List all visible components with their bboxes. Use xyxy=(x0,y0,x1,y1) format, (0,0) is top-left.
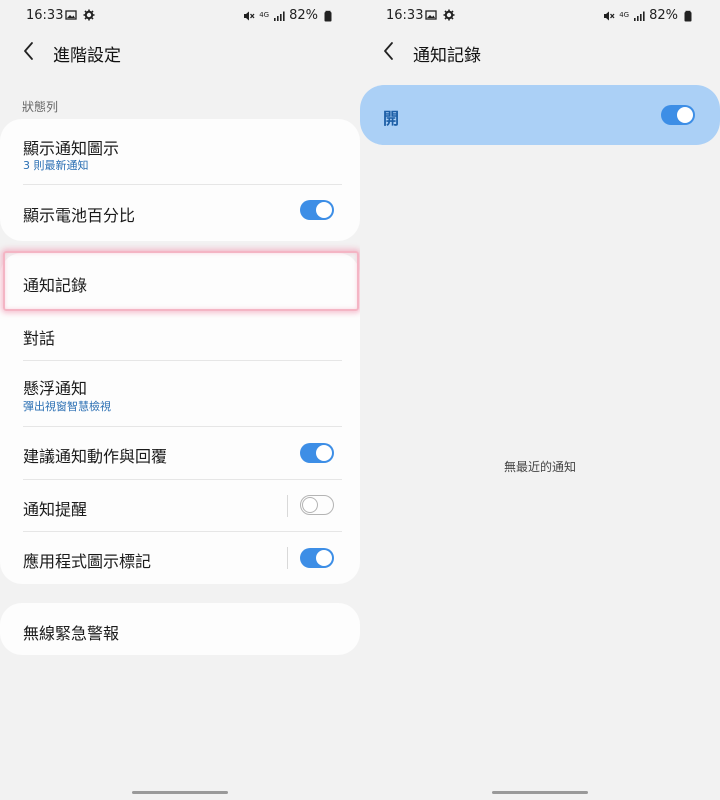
header: 通知記錄 xyxy=(360,36,720,68)
gear-icon xyxy=(83,9,95,21)
header: 進階設定 xyxy=(0,36,360,68)
back-arrow-icon[interactable] xyxy=(18,40,40,62)
battery-icon xyxy=(324,10,332,21)
row-label: 無線緊急警報 xyxy=(23,624,120,643)
row-label: 建議通知動作與回覆 xyxy=(23,447,168,466)
status-bar-settings-card: 顯示通知圖示 3 則最新通知 顯示電池百分比 xyxy=(0,119,360,241)
empty-state-text: 無最近的通知 xyxy=(503,460,576,474)
mute-icon xyxy=(244,11,255,20)
toggle-knob xyxy=(302,496,318,513)
status-bar: 16:33 4G 82% xyxy=(360,0,720,32)
network-type: 4G xyxy=(619,11,630,19)
notification-history-screen: 16:33 4G 82% 通知記錄 開 無最近的通知 xyxy=(360,0,720,800)
page-title: 通知記錄 xyxy=(413,46,481,66)
notification-settings-card: 通知記錄 對話 懸浮通知 彈出視窗智慧檢視 建議通知動作與回覆 通知提醒 應用程… xyxy=(0,253,360,584)
row-label: 應用程式圖示標記 xyxy=(23,552,152,571)
section-label: 狀態列 xyxy=(22,100,59,114)
conversations-row[interactable]: 對話 xyxy=(0,309,360,361)
notification-reminders-row[interactable]: 通知提醒 xyxy=(0,480,360,532)
row-sublabel: 彈出視窗智慧檢視 xyxy=(23,400,111,413)
signal-icon xyxy=(274,11,285,21)
battery-percent: 82% xyxy=(649,8,678,23)
notification-history-row[interactable]: 通知記錄 xyxy=(0,253,360,308)
toggle-knob xyxy=(316,550,332,566)
emergency-alerts-card: 無線緊急警報 xyxy=(0,603,360,655)
row-label: 顯示通知圖示 xyxy=(23,139,120,158)
notification-reminders-toggle[interactable] xyxy=(300,495,334,515)
status-time: 16:33 xyxy=(386,8,424,23)
vertical-divider xyxy=(287,495,288,517)
master-switch-card[interactable]: 開 xyxy=(360,85,720,145)
page-title: 進階設定 xyxy=(53,46,121,66)
master-switch-toggle[interactable] xyxy=(661,105,695,125)
row-label: 通知提醒 xyxy=(23,500,88,519)
floating-notifications-row[interactable]: 懸浮通知 彈出視窗智慧檢視 xyxy=(0,361,360,427)
gear-icon xyxy=(443,9,455,21)
show-battery-percent-row[interactable]: 顯示電池百分比 xyxy=(0,185,360,241)
battery-percent: 82% xyxy=(289,8,318,23)
row-label: 顯示電池百分比 xyxy=(23,206,136,225)
home-indicator[interactable] xyxy=(492,791,588,794)
advanced-settings-screen: 16:33 4G 82% 進階設定 狀態列 顯示通知圖示 3 則最新通知 顯示電… xyxy=(0,0,360,800)
toggle-knob xyxy=(316,445,332,461)
network-type: 4G xyxy=(259,11,270,19)
row-label: 懸浮通知 xyxy=(23,379,88,398)
gallery-icon xyxy=(65,10,77,20)
app-icon-badges-row[interactable]: 應用程式圖示標記 xyxy=(0,532,360,584)
vertical-divider xyxy=(287,547,288,569)
row-label: 對話 xyxy=(23,329,56,348)
home-indicator[interactable] xyxy=(132,791,228,794)
toggle-knob xyxy=(316,202,332,218)
app-icon-badges-toggle[interactable] xyxy=(300,548,334,568)
show-notification-icons-row[interactable]: 顯示通知圖示 3 則最新通知 xyxy=(0,119,360,185)
status-bar: 16:33 4G 82% xyxy=(0,0,360,32)
status-time: 16:33 xyxy=(26,8,64,23)
battery-percent-toggle[interactable] xyxy=(300,200,334,220)
row-sublabel: 3 則最新通知 xyxy=(23,159,89,172)
suggest-actions-row[interactable]: 建議通知動作與回覆 xyxy=(0,427,360,479)
mute-icon xyxy=(604,11,615,20)
master-switch-label: 開 xyxy=(383,109,400,128)
back-arrow-icon[interactable] xyxy=(378,40,400,62)
signal-icon xyxy=(634,11,645,21)
battery-icon xyxy=(684,10,692,21)
gallery-icon xyxy=(425,10,437,20)
wireless-emergency-alerts-row[interactable]: 無線緊急警報 xyxy=(0,603,360,655)
row-label: 通知記錄 xyxy=(23,276,88,295)
suggest-actions-toggle[interactable] xyxy=(300,443,334,463)
toggle-knob xyxy=(677,107,693,123)
